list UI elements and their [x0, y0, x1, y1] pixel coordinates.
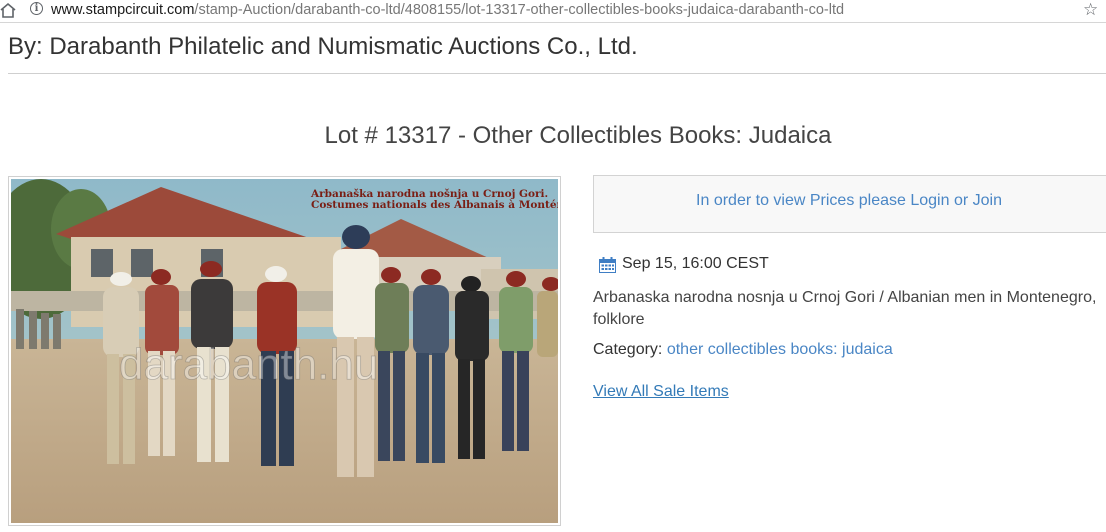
- url-path: /stamp-Auction/darabanth-co-ltd/4808155/…: [194, 2, 845, 18]
- category-link-books-judaica[interactable]: books: judaica: [790, 341, 892, 358]
- calendar-icon: [599, 257, 616, 273]
- postcard-illustration: Arbanaška narodna nošnja u Crnoj Gori. C…: [11, 179, 558, 523]
- divider: [8, 73, 1106, 74]
- url-domain: www.stampcircuit.com: [51, 2, 195, 18]
- category-link-other-collectibles[interactable]: other collectibles: [667, 341, 786, 358]
- image-watermark: darabanth.hu: [119, 340, 378, 389]
- category-label: Category:: [593, 341, 663, 358]
- seller-heading: By: Darabanth Philatelic and Numismatic …: [8, 33, 638, 60]
- postcard-caption-line2: Costumes nationals des Albanais à Montén…: [311, 199, 558, 211]
- lot-image[interactable]: Arbanaška narodna nošnja u Crnoj Gori. C…: [8, 176, 561, 526]
- info-icon[interactable]: i: [30, 2, 43, 15]
- login-to-view-prices-link[interactable]: In order to view Prices please Login or …: [594, 192, 1104, 210]
- lot-title: Lot # 13317 - Other Collectibles Books: …: [324, 122, 832, 149]
- bookmark-star-icon[interactable]: ☆: [1083, 0, 1098, 20]
- sale-date: Sep 15, 16:00 CEST: [622, 255, 769, 272]
- browser-address-bar: i www.stampcircuit.com/stamp-Auction/dar…: [0, 0, 1106, 23]
- lot-category: Category: other collectibles books: juda…: [593, 341, 893, 359]
- view-all-sale-items-link[interactable]: View All Sale Items: [593, 383, 729, 401]
- lot-description: Arbanaska narodna nosnja u Crnoj Gori / …: [593, 289, 1097, 328]
- url-field[interactable]: www.stampcircuit.com/stamp-Auction/darab…: [51, 1, 844, 19]
- price-login-box: In order to view Prices please Login or …: [593, 175, 1106, 233]
- home-icon[interactable]: [0, 2, 16, 18]
